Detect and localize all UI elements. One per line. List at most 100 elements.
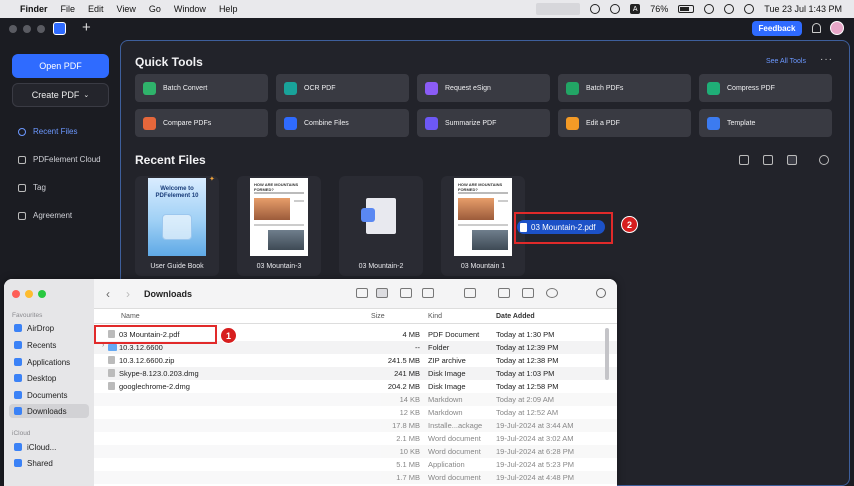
finder-sidebar-desktop[interactable]: Desktop bbox=[9, 371, 89, 385]
finder-sidebar-shared[interactable]: Shared bbox=[9, 456, 89, 470]
finder-zoom-button[interactable] bbox=[38, 290, 46, 298]
tag-icon[interactable] bbox=[522, 288, 534, 298]
file-row[interactable]: 5.1 MB Application 19-Jul-2024 at 5:23 P… bbox=[94, 458, 617, 471]
downloads-icon bbox=[14, 407, 22, 415]
back-button[interactable]: ‹ bbox=[106, 287, 110, 301]
zoom-button[interactable] bbox=[37, 25, 45, 33]
finder-scrollbar[interactable] bbox=[605, 328, 609, 380]
pdfelement-logo-icon[interactable] bbox=[53, 22, 66, 35]
create-pdf-button[interactable]: Create PDF ⌄ bbox=[12, 83, 109, 107]
tool-compress-pdf[interactable]: Compress PDF bbox=[699, 74, 832, 102]
file-thumbnail: Welcome to PDFelement 10 bbox=[148, 178, 206, 256]
finder-sidebar-airdrop[interactable]: AirDrop bbox=[9, 321, 89, 335]
more-options-icon[interactable]: ··· bbox=[820, 54, 833, 65]
compress-icon bbox=[707, 81, 720, 95]
tool-template[interactable]: Template bbox=[699, 109, 832, 137]
finder-sidebar-icloud-drive[interactable]: iCloud... bbox=[9, 440, 89, 454]
search-icon[interactable] bbox=[724, 4, 735, 14]
finder-sidebar-recents[interactable]: Recents bbox=[9, 338, 89, 352]
finder-close-button[interactable] bbox=[12, 290, 20, 298]
control-center-icon[interactable] bbox=[744, 4, 755, 14]
sidebar-item-recent-files[interactable]: Recent Files bbox=[18, 127, 77, 136]
file-kind: Markdown bbox=[428, 408, 463, 417]
tool-combine-files[interactable]: Combine Files bbox=[276, 109, 409, 137]
file-row[interactable]: 10.3.12.6600.zip 241.5 MB ZIP archive To… bbox=[94, 354, 617, 367]
see-all-tools-link[interactable]: See All Tools bbox=[766, 58, 806, 65]
file-row[interactable]: googlechrome-2.dmg 204.2 MB Disk Image T… bbox=[94, 380, 617, 393]
column-kind[interactable]: Kind bbox=[428, 313, 442, 320]
window-controls bbox=[9, 25, 45, 33]
recent-file-card[interactable]: 03 Mountain-2 bbox=[339, 176, 423, 276]
finder-sidebar-downloads[interactable]: Downloads bbox=[9, 404, 89, 418]
column-size[interactable]: Size bbox=[371, 313, 385, 320]
menu-app-name[interactable]: Finder bbox=[20, 4, 48, 14]
menu-edit[interactable]: Edit bbox=[88, 4, 104, 14]
menubar-extra[interactable] bbox=[536, 3, 581, 15]
icon-view-icon[interactable] bbox=[356, 288, 368, 298]
list-view-icon[interactable] bbox=[376, 288, 388, 298]
menu-go[interactable]: Go bbox=[149, 4, 161, 14]
column-view-icon[interactable] bbox=[400, 288, 412, 298]
gallery-view-icon[interactable] bbox=[422, 288, 434, 298]
tag-icon bbox=[18, 183, 26, 192]
menu-file[interactable]: File bbox=[61, 4, 76, 14]
tool-ocr-pdf[interactable]: OCR PDF bbox=[276, 74, 409, 102]
share-icon[interactable] bbox=[498, 288, 510, 298]
tool-edit-pdf[interactable]: Edit a PDF bbox=[558, 109, 691, 137]
finder-sidebar-applications[interactable]: Applications bbox=[9, 355, 89, 369]
finder-minimize-button[interactable] bbox=[25, 290, 33, 298]
timer-icon[interactable] bbox=[590, 4, 601, 14]
finder-search-icon[interactable] bbox=[596, 288, 606, 298]
grid-view-icon[interactable] bbox=[787, 155, 797, 165]
minimize-button[interactable] bbox=[23, 25, 31, 33]
finder-window: Favourites AirDrop Recents Applications … bbox=[4, 279, 617, 486]
recent-file-card[interactable]: HOW ARE MOUNTAINS FORMED? 03 Mountain-3 bbox=[237, 176, 321, 276]
new-tab-button[interactable]: + bbox=[82, 18, 91, 38]
play-icon[interactable] bbox=[610, 4, 621, 14]
file-row[interactable]: Skype-8.123.0.203.dmg 241 MB Disk Image … bbox=[94, 367, 617, 380]
file-row[interactable]: 1.7 MB Word document 19-Jul-2024 at 4:48… bbox=[94, 471, 617, 484]
tool-request-esign[interactable]: Request eSign bbox=[417, 74, 550, 102]
tool-summarize-pdf[interactable]: Summarize PDF bbox=[417, 109, 550, 137]
tool-label: Compare PDFs bbox=[163, 119, 212, 127]
refresh-icon[interactable] bbox=[819, 155, 829, 165]
user-avatar[interactable] bbox=[830, 21, 844, 35]
dragged-file-chip[interactable]: 03 Mountain-2.pdf bbox=[517, 220, 605, 234]
open-pdf-button[interactable]: Open PDF bbox=[12, 54, 109, 78]
column-date-added[interactable]: Date Added bbox=[496, 313, 535, 320]
battery-icon[interactable] bbox=[678, 5, 695, 13]
close-button[interactable] bbox=[9, 25, 17, 33]
menu-help[interactable]: Help bbox=[219, 4, 238, 14]
file-row[interactable]: 12 KB Markdown Today at 12:52 AM bbox=[94, 406, 617, 419]
menu-view[interactable]: View bbox=[117, 4, 136, 14]
sidebar-item-cloud[interactable]: PDFelement Cloud bbox=[18, 155, 101, 164]
file-row[interactable]: 14 KB Markdown Today at 2:09 AM bbox=[94, 393, 617, 406]
file-row[interactable]: 2.1 MB Word document 19-Jul-2024 at 3:02… bbox=[94, 432, 617, 445]
wifi-icon[interactable] bbox=[704, 4, 715, 14]
action-menu-icon[interactable] bbox=[546, 288, 558, 298]
sidebar-item-tag[interactable]: Tag bbox=[18, 183, 46, 192]
feedback-button[interactable]: Feedback bbox=[752, 21, 802, 36]
menubar-clock[interactable]: Tue 23 Jul 1:43 PM bbox=[764, 4, 842, 14]
tool-compare-pdfs[interactable]: Compare PDFs bbox=[135, 109, 268, 137]
input-source-icon[interactable]: A bbox=[630, 4, 641, 14]
forward-button[interactable]: › bbox=[126, 287, 130, 301]
trash-icon[interactable] bbox=[739, 155, 749, 165]
group-by-icon[interactable] bbox=[464, 288, 476, 298]
file-date: Today at 12:38 PM bbox=[496, 356, 559, 365]
menu-window[interactable]: Window bbox=[174, 4, 206, 14]
file-size: 17.8 MB bbox=[392, 421, 420, 430]
tool-batch-convert[interactable]: Batch Convert bbox=[135, 74, 268, 102]
finder-sidebar-documents[interactable]: Documents bbox=[9, 388, 89, 402]
recent-file-card[interactable]: Welcome to PDFelement 10 ✦ User Guide Bo… bbox=[135, 176, 219, 276]
thumbnail-title: HOW ARE MOUNTAINS FORMED? bbox=[254, 182, 299, 192]
file-row[interactable]: 17.8 MB Installe...ackage 19-Jul-2024 at… bbox=[94, 419, 617, 432]
list-view-icon[interactable] bbox=[763, 155, 773, 165]
column-name[interactable]: Name bbox=[121, 313, 140, 320]
notification-bell-icon[interactable] bbox=[812, 23, 821, 33]
sidebar-item-agreement[interactable]: Agreement bbox=[18, 211, 72, 220]
file-kind: Word document bbox=[428, 447, 481, 456]
tool-batch-pdfs[interactable]: Batch PDFs bbox=[558, 74, 691, 102]
recent-file-card[interactable]: HOW ARE MOUNTAINS FORMED? 03 Mountain 1 bbox=[441, 176, 525, 276]
file-row[interactable]: 10 KB Word document 19-Jul-2024 at 6:28 … bbox=[94, 445, 617, 458]
